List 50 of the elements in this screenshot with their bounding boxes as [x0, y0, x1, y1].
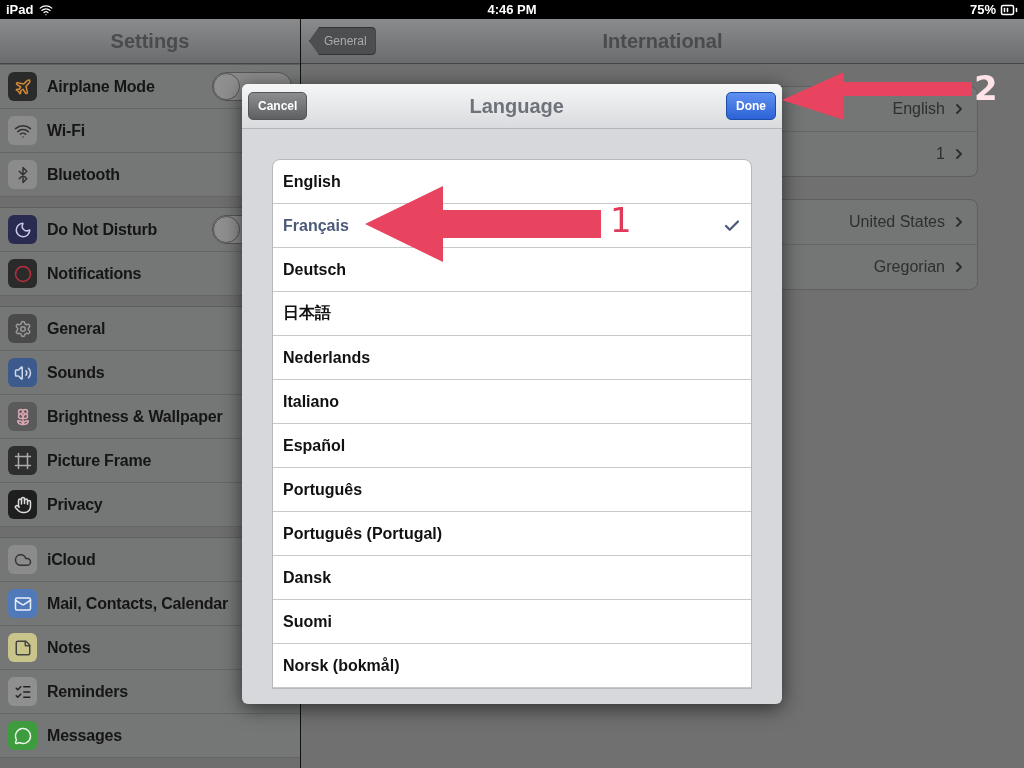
settings-label: Sounds	[47, 363, 106, 382]
settings-label: Airplane Mode	[47, 77, 156, 96]
language-option[interactable]: Suomi	[273, 600, 751, 644]
record-icon	[8, 259, 37, 288]
settings-label: Brightness & Wallpaper	[47, 407, 224, 426]
hand-icon	[8, 490, 37, 519]
flower-icon	[8, 402, 37, 431]
settings-label: Picture Frame	[47, 451, 153, 470]
frame-icon	[8, 446, 37, 475]
airplane-icon	[8, 72, 37, 101]
setting-value: 1	[936, 145, 945, 163]
setting-value: English	[892, 100, 945, 118]
battery-percent: 75%	[969, 2, 996, 17]
checklist-icon	[8, 677, 37, 706]
settings-label: Wi-Fi	[47, 121, 86, 140]
clock: 4:46 PM	[487, 2, 537, 17]
settings-label: iCloud	[47, 550, 97, 569]
settings-label: Do Not Disturb	[47, 220, 159, 239]
device-name: iPad	[6, 2, 34, 17]
annotation-number: 2	[974, 68, 998, 108]
language-option[interactable]: Norsk (bokmål)	[273, 644, 751, 688]
back-button[interactable]: General	[309, 27, 376, 55]
speech-bubble-icon	[8, 721, 37, 750]
settings-label: Mail, Contacts, Calendar	[47, 594, 230, 613]
settings-label: Privacy	[47, 495, 104, 514]
cloud-icon	[8, 545, 37, 574]
language-option[interactable]: Português (Portugal)	[273, 512, 751, 556]
settings-label: Messages	[47, 726, 123, 745]
language-option[interactable]: Español	[273, 424, 751, 468]
mail-icon	[8, 589, 37, 618]
settings-label: Notes	[47, 638, 92, 657]
setting-value: United States	[848, 213, 945, 231]
wifi-icon	[39, 2, 54, 17]
settings-label: General	[47, 319, 107, 338]
wifi-icon	[8, 116, 37, 145]
language-option[interactable]: Dansk	[273, 556, 751, 600]
gear-icon	[8, 314, 37, 343]
dialog-title: Language	[469, 94, 564, 118]
notepad-icon	[8, 633, 37, 662]
bluetooth-icon	[8, 160, 37, 189]
language-option[interactable]: 日本語	[273, 292, 751, 336]
language-option[interactable]: Português	[273, 468, 751, 512]
settings-label: Reminders	[47, 682, 129, 701]
speaker-icon	[8, 358, 37, 387]
language-option[interactable]: Nederlands	[273, 336, 751, 380]
cancel-button[interactable]: Cancel	[248, 92, 308, 120]
language-option[interactable]: Italiano	[273, 380, 751, 424]
setting-value: Gregorian	[873, 258, 945, 276]
done-button[interactable]: Done	[726, 92, 776, 120]
moon-icon	[8, 215, 37, 244]
